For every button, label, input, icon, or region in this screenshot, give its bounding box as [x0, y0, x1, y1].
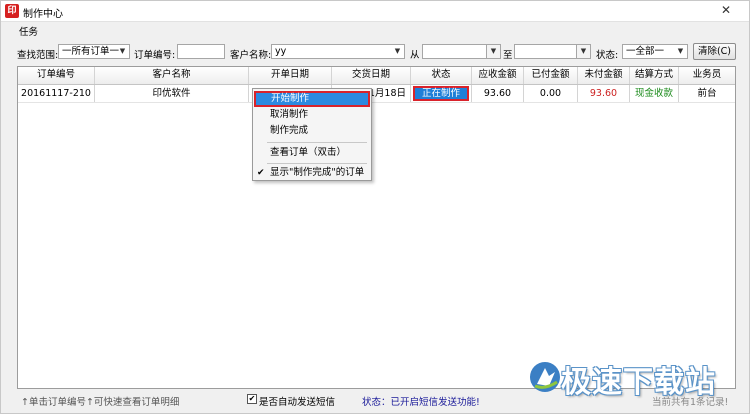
cell-receivable: 93.60 [472, 85, 524, 102]
customer-label: 客户名称: [230, 50, 272, 61]
header-customer[interactable]: 客户名称 [95, 67, 249, 84]
orders-table: 订单编号 客户名称 开单日期 交货日期 状态 应收金额 已付金额 未付金额 结算… [17, 66, 736, 389]
filter-bar: 查找范围: 一所有订单一 ▼ 订单编号: 客户名称: yy ▼ 从 ▼ 至 ▼ … [1, 42, 749, 64]
scope-value: 一所有订单一 [62, 46, 120, 57]
status-badge: 正在制作 [413, 86, 469, 101]
table-row[interactable]: 20161117-210 印优软件 1月18日 正在制作 93.60 0.00 … [18, 85, 735, 103]
from-label: 从 [410, 50, 420, 61]
cell-paid: 0.00 [524, 85, 578, 102]
header-delivery-date[interactable]: 交货日期 [332, 67, 411, 84]
auto-sms-checkbox[interactable]: ✔ [247, 394, 257, 404]
cell-settlement: 现金收款 [630, 85, 679, 102]
record-count: 当前共有1条记录! [652, 397, 729, 408]
menu-bar: 任务 [1, 22, 749, 39]
customer-select[interactable]: yy ▼ [271, 44, 405, 59]
hint-text: ↑单击订单编号↑可快速查看订单明细 [21, 397, 180, 408]
header-order-no[interactable]: 订单编号 [18, 67, 95, 84]
sms-status-text: 状态：已开启短信发送功能! [362, 397, 480, 408]
order-no-input[interactable] [177, 44, 225, 59]
menu-task[interactable]: 任务 [19, 24, 38, 38]
cell-customer: 印优软件 [95, 85, 249, 102]
menu-item-label: 取消制作 [270, 109, 309, 120]
menu-item-label: 开始制作 [271, 93, 310, 104]
menu-item-label: 查看订单（双击） [270, 147, 347, 158]
to-date-picker[interactable]: ▼ [514, 44, 591, 59]
header-paid[interactable]: 已付金额 [524, 67, 578, 84]
close-button[interactable]: ✕ [715, 3, 737, 18]
order-no-label: 订单编号: [134, 50, 176, 61]
menu-separator [267, 163, 367, 164]
chevron-down-icon: ▼ [394, 47, 401, 55]
calendar-dropdown-icon[interactable]: ▼ [576, 45, 590, 58]
status-select[interactable]: 一全部一 ▼ [622, 44, 688, 59]
menu-item-start-production[interactable]: 开始制作 [254, 91, 370, 107]
header-status[interactable]: 状态 [411, 67, 472, 84]
header-receivable[interactable]: 应收金额 [472, 67, 524, 84]
cell-status: 正在制作 [411, 85, 472, 102]
menu-item-view-order[interactable]: 查看订单（双击） [253, 145, 371, 161]
status-bar: ↑单击订单编号↑可快速查看订单明细 ✔ 是否自动发送短信 状态：已开启短信发送功… [1, 390, 749, 412]
header-open-date[interactable]: 开单日期 [249, 67, 332, 84]
production-center-window: 印 制作中心 ✕ 任务 查找范围: 一所有订单一 ▼ 订单编号: 客户名称: y… [0, 0, 750, 414]
watermark-logo-icon [530, 362, 560, 392]
scope-select[interactable]: 一所有订单一 ▼ [58, 44, 130, 59]
scope-label: 查找范围: [17, 50, 59, 61]
context-menu: 开始制作 取消制作 制作完成 查看订单（双击） ✔ 显示"制作完成"的订单 [252, 88, 372, 181]
menu-item-label: 制作完成 [270, 125, 309, 136]
table-header: 订单编号 客户名称 开单日期 交货日期 状态 应收金额 已付金额 未付金额 结算… [18, 67, 735, 85]
auto-sms-label: 是否自动发送短信 [259, 397, 336, 408]
checkmark-icon: ✔ [257, 168, 265, 178]
cell-order-no[interactable]: 20161117-210 [18, 85, 95, 102]
status-value: 一全部一 [626, 46, 665, 57]
header-unpaid[interactable]: 未付金额 [578, 67, 630, 84]
chevron-down-icon: ▼ [677, 47, 684, 55]
cell-unpaid: 93.60 [578, 85, 630, 102]
menu-separator [267, 142, 367, 143]
status-label: 状态: [596, 50, 619, 61]
menu-item-production-complete[interactable]: 制作完成 [253, 123, 371, 139]
header-settlement[interactable]: 结算方式 [630, 67, 679, 84]
to-label: 至 [503, 50, 513, 61]
from-date-picker[interactable]: ▼ [422, 44, 501, 59]
customer-value: yy [275, 46, 287, 57]
chevron-down-icon: ▼ [119, 47, 126, 55]
menu-item-label: 显示"制作完成"的订单 [270, 167, 365, 178]
app-logo-icon: 印 [5, 4, 19, 18]
clear-button[interactable]: 清除(C) [693, 43, 736, 60]
menu-item-show-completed[interactable]: ✔ 显示"制作完成"的订单 [253, 165, 371, 181]
cell-salesperson: 前台 [697, 88, 717, 99]
calendar-dropdown-icon[interactable]: ▼ [486, 45, 500, 58]
menu-item-cancel-production[interactable]: 取消制作 [253, 107, 371, 123]
header-salesperson[interactable]: 业务员 [679, 67, 735, 84]
title-bar: 印 制作中心 ✕ [1, 1, 749, 22]
window-title: 制作中心 [23, 9, 63, 20]
